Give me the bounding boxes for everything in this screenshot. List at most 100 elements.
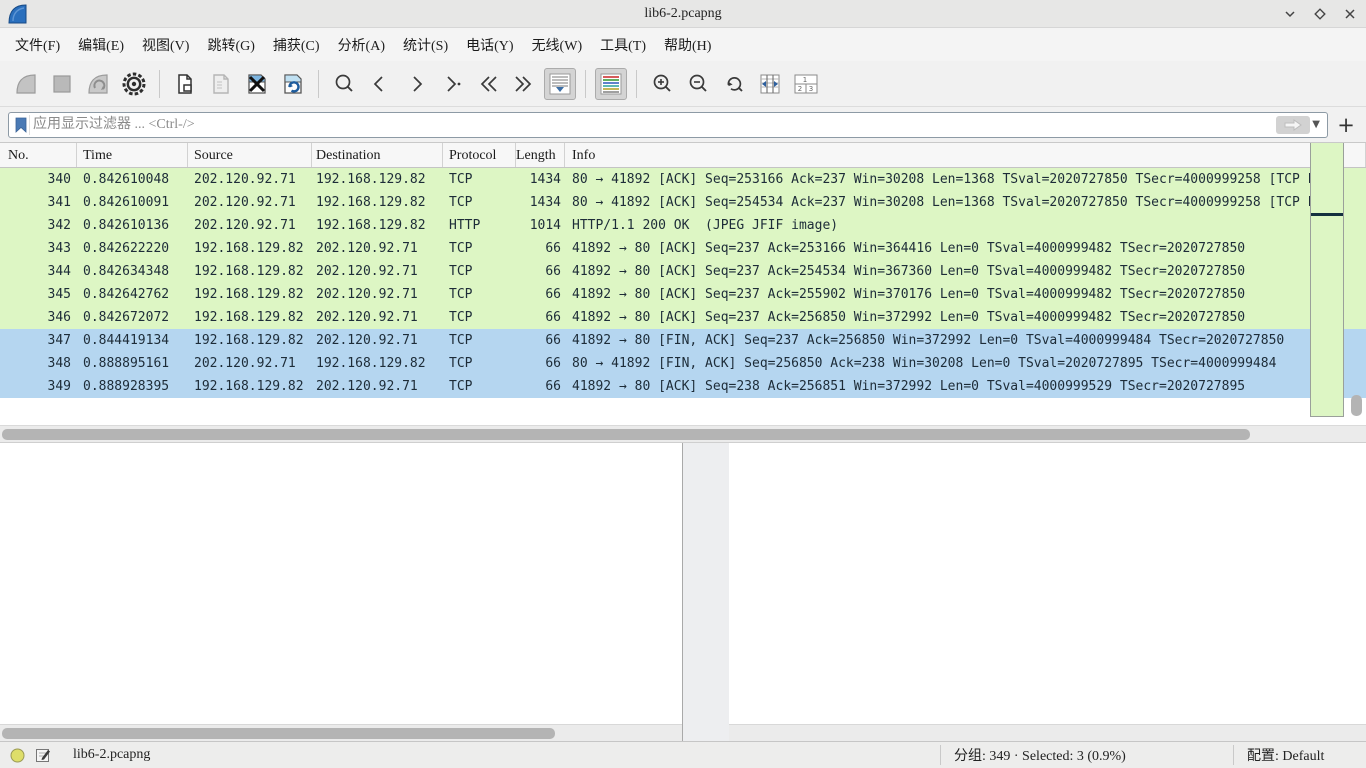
close-file-icon[interactable] xyxy=(241,68,273,100)
status-filename[interactable]: lib6-2.pcapng xyxy=(73,747,150,763)
close-icon[interactable] xyxy=(1342,6,1358,22)
auto-scroll-icon[interactable] xyxy=(544,68,576,100)
packet-cell-dst: 202.120.92.71 xyxy=(312,329,443,352)
column-header[interactable]: Length xyxy=(516,143,565,167)
packet-row[interactable]: 3480.888895161202.120.92.71192.168.129.8… xyxy=(0,352,1366,375)
start-capture-icon[interactable] xyxy=(10,68,42,100)
capture-comment-icon[interactable] xyxy=(35,747,51,763)
go-back-icon[interactable] xyxy=(364,68,396,100)
packet-cell-dst: 192.168.129.82 xyxy=(312,214,443,237)
display-filter-field[interactable]: ▼ xyxy=(8,112,1328,138)
packet-cell-proto: TCP xyxy=(443,352,516,375)
go-to-packet-icon[interactable] xyxy=(436,68,468,100)
menu-item[interactable]: 文件(F) xyxy=(6,31,69,59)
packet-cell-info: 80 → 41892 [ACK] Seq=253166 Ack=237 Win=… xyxy=(565,168,1366,191)
packet-cell-dst: 192.168.129.82 xyxy=(312,352,443,375)
packet-cell-info: 41892 → 80 [ACK] Seq=237 Ack=255902 Win=… xyxy=(565,283,1366,306)
colorize-icon[interactable] xyxy=(595,68,627,100)
add-filter-button[interactable]: + xyxy=(1334,112,1358,138)
reload-file-icon[interactable] xyxy=(277,68,309,100)
bytes-horizontal-scrollbar[interactable] xyxy=(729,724,1366,741)
zoom-in-icon[interactable] xyxy=(646,68,678,100)
packet-cell-src: 192.168.129.82 xyxy=(188,283,312,306)
menu-item[interactable]: 分析(A) xyxy=(329,31,394,59)
packet-cell-src: 192.168.129.82 xyxy=(188,260,312,283)
packet-cell-proto: TCP xyxy=(443,191,516,214)
go-last-icon[interactable] xyxy=(508,68,540,100)
packet-row[interactable]: 3470.844419134192.168.129.82202.120.92.7… xyxy=(0,329,1366,352)
intelligent-scrollbar[interactable] xyxy=(1310,143,1344,417)
horizontal-scrollbar-thumb[interactable] xyxy=(2,429,1250,440)
menu-item[interactable]: 帮助(H) xyxy=(655,31,720,59)
minimize-icon[interactable] xyxy=(1282,6,1298,22)
packet-cell-len: 66 xyxy=(516,352,565,375)
display-filter-input[interactable] xyxy=(33,114,1276,136)
packet-cell-no: 344 xyxy=(0,260,77,283)
packet-cell-src: 192.168.129.82 xyxy=(188,237,312,260)
packet-row[interactable]: 3450.842642762192.168.129.82202.120.92.7… xyxy=(0,283,1366,306)
pane-splitter[interactable] xyxy=(683,443,729,741)
status-separator xyxy=(940,745,941,765)
apply-filter-icon[interactable] xyxy=(1276,116,1310,134)
column-header[interactable]: Destination xyxy=(312,143,443,167)
zoom-out-icon[interactable] xyxy=(682,68,714,100)
details-scrollbar-thumb[interactable] xyxy=(2,728,555,739)
packet-cell-len: 66 xyxy=(516,260,565,283)
menu-item[interactable]: 统计(S) xyxy=(394,31,457,59)
horizontal-scrollbar[interactable] xyxy=(0,425,1366,442)
menu-item[interactable]: 捕获(C) xyxy=(264,31,329,59)
save-file-icon[interactable] xyxy=(205,68,237,100)
packet-cell-src: 202.120.92.71 xyxy=(188,214,312,237)
packet-cell-time: 0.888928395 xyxy=(77,375,188,398)
menu-item[interactable]: 跳转(G) xyxy=(198,31,263,59)
stop-capture-icon[interactable] xyxy=(46,68,78,100)
packet-cell-proto: TCP xyxy=(443,168,516,191)
packet-row[interactable]: 3490.888928395192.168.129.82202.120.92.7… xyxy=(0,375,1366,398)
layout-icon[interactable]: 123 xyxy=(790,68,822,100)
menu-item[interactable]: 无线(W) xyxy=(523,31,592,59)
resize-columns-icon[interactable] xyxy=(754,68,786,100)
packet-row[interactable]: 3430.842622220192.168.129.82202.120.92.7… xyxy=(0,237,1366,260)
menu-item[interactable]: 编辑(E) xyxy=(69,31,133,59)
expert-info-icon[interactable] xyxy=(10,748,25,763)
packet-cell-proto: TCP xyxy=(443,306,516,329)
capture-options-icon[interactable] xyxy=(118,68,150,100)
packet-bytes-pane[interactable] xyxy=(729,443,1366,741)
packet-row[interactable]: 3410.842610091202.120.92.71192.168.129.8… xyxy=(0,191,1366,214)
menu-item[interactable]: 工具(T) xyxy=(591,31,655,59)
filter-bookmark-icon[interactable] xyxy=(12,115,30,135)
packet-cell-time: 0.842610091 xyxy=(77,191,188,214)
go-forward-icon[interactable] xyxy=(400,68,432,100)
packet-cell-info: 41892 → 80 [ACK] Seq=238 Ack=256851 Win=… xyxy=(565,375,1366,398)
packet-details-pane[interactable] xyxy=(0,443,683,741)
packet-cell-info: 41892 → 80 [ACK] Seq=237 Ack=254534 Win=… xyxy=(565,260,1366,283)
restart-capture-icon[interactable] xyxy=(82,68,114,100)
find-packet-icon[interactable] xyxy=(328,68,360,100)
column-header[interactable]: Info xyxy=(565,143,1366,167)
maximize-icon[interactable] xyxy=(1312,6,1328,22)
column-header[interactable]: Protocol xyxy=(443,143,516,167)
packet-cell-info: HTTP/1.1 200 OK (JPEG JFIF image) xyxy=(565,214,1366,237)
packet-cell-no: 340 xyxy=(0,168,77,191)
packet-row[interactable]: 3400.842610048202.120.92.71192.168.129.8… xyxy=(0,168,1366,191)
menu-item[interactable]: 电话(Y) xyxy=(457,31,522,59)
open-file-icon[interactable] xyxy=(169,68,201,100)
filter-dropdown-icon[interactable]: ▼ xyxy=(1312,119,1320,130)
column-header[interactable]: Time xyxy=(77,143,188,167)
go-first-icon[interactable] xyxy=(472,68,504,100)
menu-item[interactable]: 视图(V) xyxy=(133,31,198,59)
packet-cell-len: 66 xyxy=(516,375,565,398)
status-profile[interactable]: 配置: Default xyxy=(1247,745,1324,765)
vertical-scrollbar-thumb[interactable] xyxy=(1351,395,1362,416)
packet-cell-proto: TCP xyxy=(443,375,516,398)
packet-cell-time: 0.842610048 xyxy=(77,168,188,191)
packet-cell-proto: TCP xyxy=(443,237,516,260)
zoom-reset-icon[interactable] xyxy=(718,68,750,100)
packet-row[interactable]: 3440.842634348192.168.129.82202.120.92.7… xyxy=(0,260,1366,283)
packet-row[interactable]: 3460.842672072192.168.129.82202.120.92.7… xyxy=(0,306,1366,329)
column-header[interactable]: Source xyxy=(188,143,312,167)
details-horizontal-scrollbar[interactable] xyxy=(0,724,682,741)
packet-row[interactable]: 3420.842610136202.120.92.71192.168.129.8… xyxy=(0,214,1366,237)
column-header[interactable]: No. xyxy=(0,143,77,167)
toolbar-separator xyxy=(585,70,586,98)
